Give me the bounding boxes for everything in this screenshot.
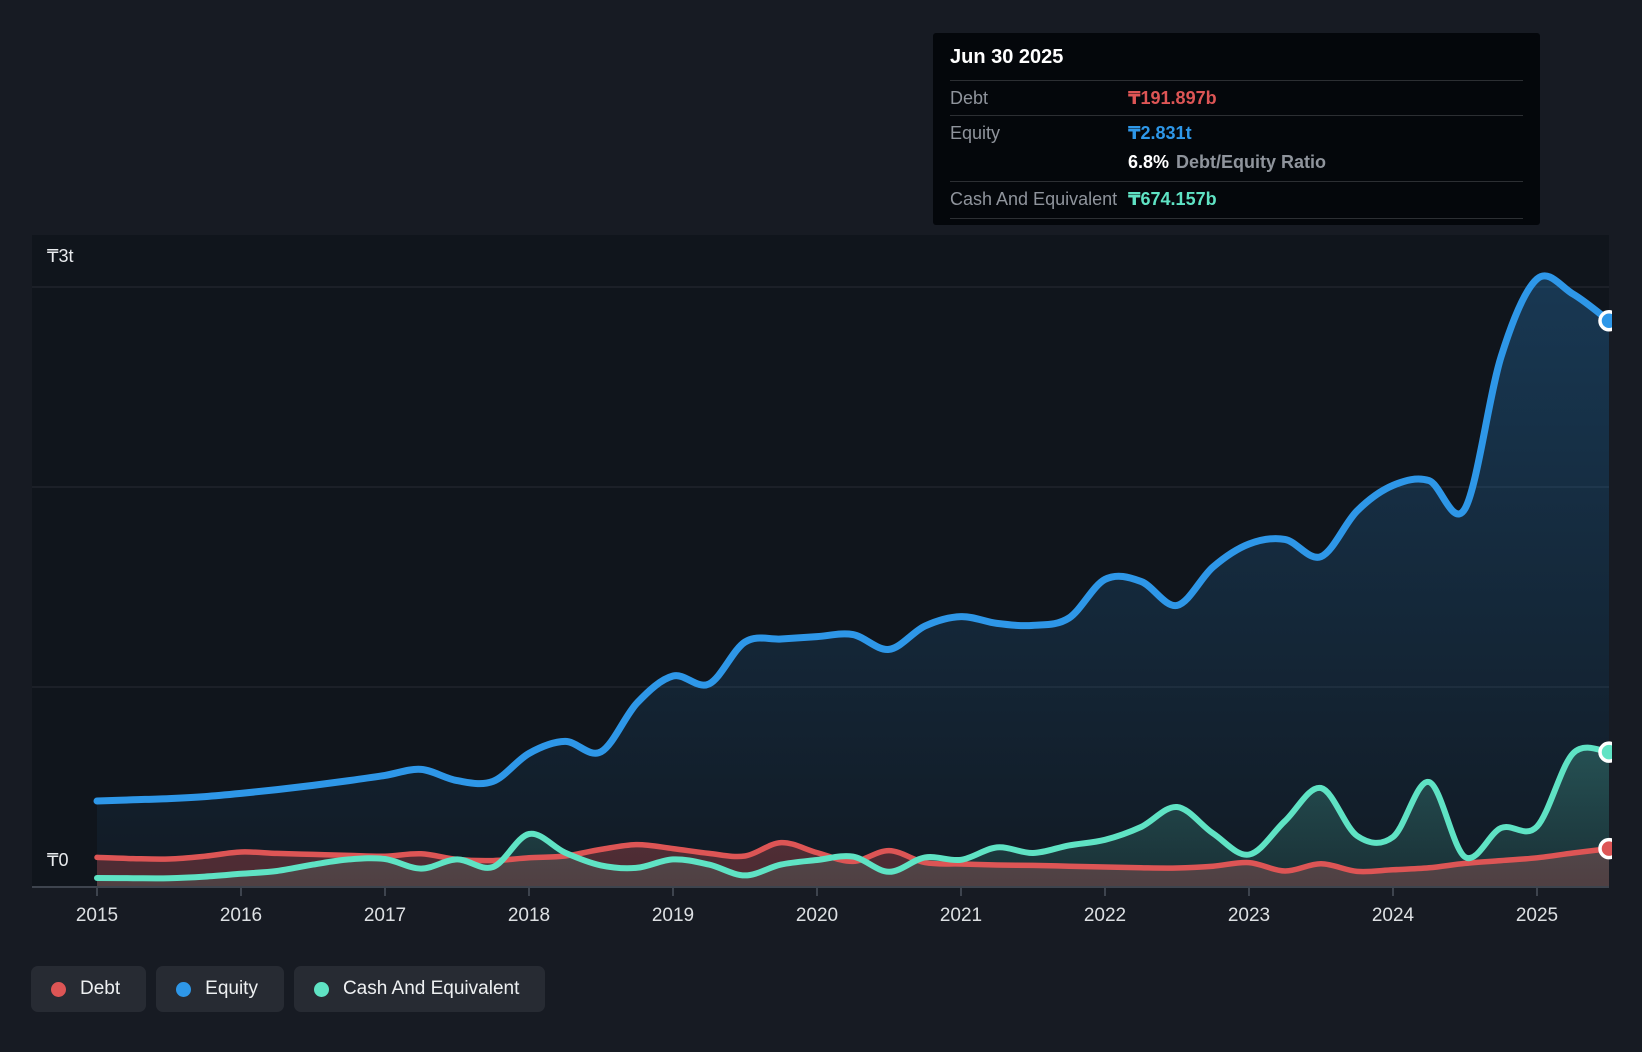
- x-axis-ticks: [96, 887, 1538, 896]
- svg-text:2025: 2025: [1516, 905, 1558, 926]
- tooltip-cash-row: Cash And Equivalent ₸674.157b: [950, 181, 1523, 219]
- tooltip-equity-label: Equity: [950, 122, 1001, 143]
- tooltip-debt-value: ₸191.897b: [1128, 87, 1217, 108]
- y-axis-zero-label: ₸0: [47, 850, 68, 870]
- tooltip-date: Jun 30 2025: [950, 46, 1064, 68]
- legend-equity-label: Equity: [205, 978, 258, 999]
- svg-text:2018: 2018: [508, 905, 550, 926]
- debt-dot-icon: [51, 981, 66, 997]
- tooltip-equity-row: Equity ₸2.831t: [950, 115, 1523, 150]
- tooltip-debt-label: Debt: [950, 87, 989, 108]
- tooltip-cash-value: ₸674.157b: [1128, 188, 1217, 209]
- cash-endpoint-marker: [1598, 741, 1612, 763]
- cash-dot-icon: [313, 981, 329, 997]
- svg-text:2017: 2017: [364, 905, 406, 926]
- y-axis-max-label: ₸3t: [47, 246, 73, 266]
- svg-text:2022: 2022: [1084, 905, 1126, 926]
- svg-text:2019: 2019: [652, 905, 694, 926]
- legend-cash-label: Cash And Equivalent: [342, 978, 520, 999]
- svg-text:2015: 2015: [76, 905, 118, 926]
- tooltip-debt-row: Debt ₸191.897b: [950, 80, 1523, 115]
- svg-text:2021: 2021: [940, 905, 982, 926]
- svg-text:2020: 2020: [796, 905, 838, 926]
- legend-chip-cash[interactable]: Cash And Equivalent: [293, 966, 546, 1012]
- debt-endpoint-marker: [1598, 837, 1612, 860]
- tooltip-equity-value: ₸2.831t: [1128, 122, 1192, 143]
- svg-text:2016: 2016: [220, 905, 262, 926]
- x-axis-labels: 2015 2016 2017 2018 2019 2020 2021 2022 2023 2024…: [76, 905, 1558, 926]
- tooltip-cash-label: Cash And Equivalent: [950, 188, 1118, 209]
- tooltip-ratio-value: 6.8%: [1128, 152, 1170, 172]
- chart-legend: Debt Equity Cash And Equivalent: [31, 966, 546, 1012]
- equity-dot-icon: [176, 981, 192, 997]
- legend-chip-debt[interactable]: Debt: [31, 966, 147, 1012]
- tooltip-ratio-label: Debt/Equity Ratio: [1176, 152, 1327, 172]
- svg-text:2024: 2024: [1372, 905, 1415, 926]
- equity-endpoint-marker: [1598, 310, 1612, 332]
- tooltip-ratio-row: 6.8% Debt/Equity Ratio: [950, 150, 1523, 181]
- debt-equity-history-chart: 2015 2016 2017 2018 2019 2020 2021 2022 2023 2024…: [0, 0, 1642, 1052]
- chart-tooltip: Jun 30 2025 Debt ₸191.897b Equity ₸2.831…: [933, 33, 1540, 225]
- legend-debt-label: Debt: [80, 978, 121, 999]
- svg-text:2023: 2023: [1228, 905, 1270, 926]
- legend-chip-equity[interactable]: Equity: [156, 966, 284, 1012]
